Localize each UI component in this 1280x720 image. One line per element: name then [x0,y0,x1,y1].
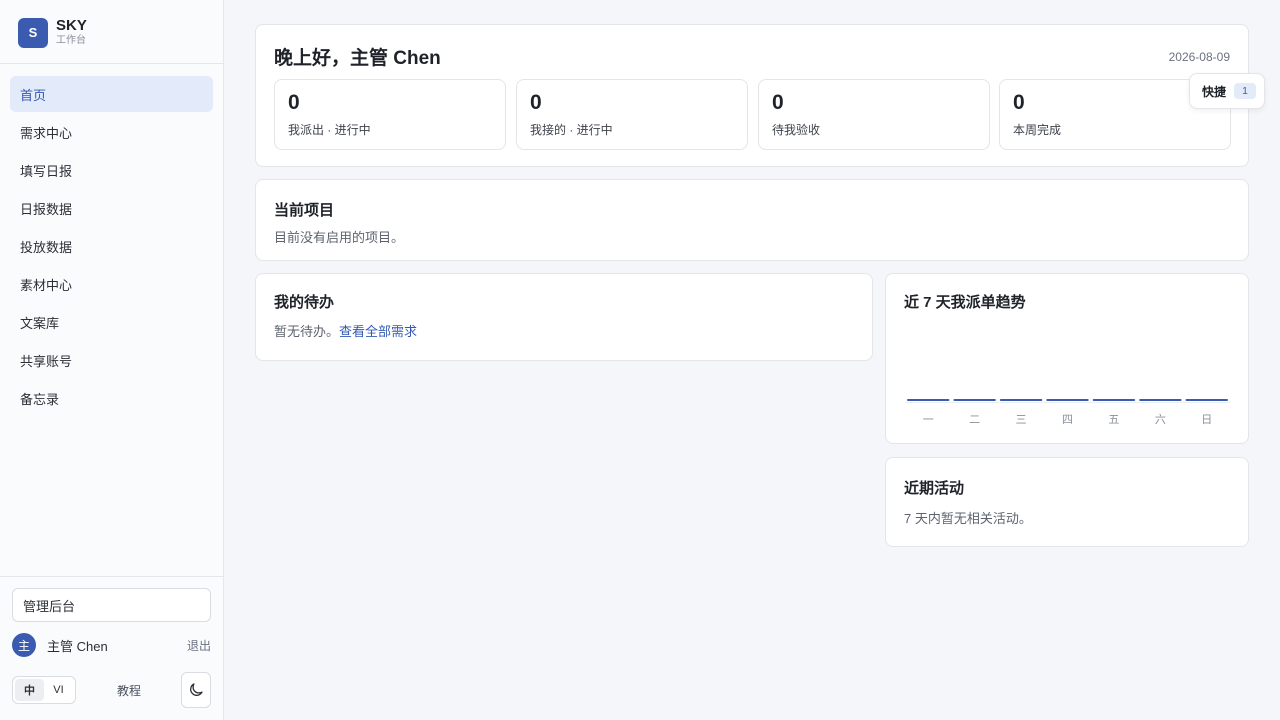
todo-card: 我的待办 暂无待办。查看全部需求 [255,273,873,361]
sidebar: S SKY 工作台 首页 需求中心 填写日报 日报数据 投放数据 素材中心 文案… [0,0,224,720]
overview-card: 晚上好，主管 Chen 2026-08-09 0 我派出 · 进行中 0 我接的… [255,24,1249,167]
empty-text: 暂无待办。 [274,324,340,339]
stat-card-received[interactable]: 0 我接的 · 进行中 [516,79,748,150]
empty-text: 7 天内暂无相关活动。 [904,511,1032,526]
view-all-requirements-link[interactable]: 查看全部需求 [339,324,417,339]
sidebar-item-requirements[interactable]: 需求中心 [10,114,213,150]
page-title: 晚上好，主管 Chen [274,48,441,69]
sidebar-item-home[interactable]: 首页 [10,76,213,112]
sidebar-item-copy-library[interactable]: 文案库 [10,304,213,340]
trend-chart: 一二三四五六日 [905,399,1230,426]
stat-card-to-verify[interactable]: 0 待我验收 [758,79,990,150]
logout-button[interactable]: 退出 [187,637,211,654]
brand-name: SKY [56,17,87,34]
sidebar-item-write-report[interactable]: 填写日报 [10,152,213,188]
chart-bar [1092,399,1136,401]
sidebar-item-shared-accounts[interactable]: 共享账号 [10,342,213,378]
lang-zh-option[interactable]: 中 [15,679,44,701]
empty-text: 目前没有启用的项目。 [274,230,405,245]
quick-count-badge: 1 [1234,83,1257,99]
brand[interactable]: S SKY 工作台 [18,17,87,48]
x-tick-label: 二 [969,413,980,426]
avatar: 主 [12,633,36,657]
x-tick-label: 三 [1016,413,1027,426]
dispatch-trend-card: 近 7 天我派单趋势 一二三四五六日 [885,273,1249,444]
stat-card-dispatched[interactable]: 0 我派出 · 进行中 [274,79,506,150]
stat-value: 0 [1013,91,1025,114]
section-title: 我的待办 [274,294,335,311]
stat-label: 我派出 · 进行中 [288,123,371,137]
sidebar-item-ad-data[interactable]: 投放数据 [10,228,213,264]
chart-bar [907,399,950,401]
todo-empty-row: 暂无待办。查看全部需求 [274,321,417,340]
x-tick-label: 六 [1155,413,1166,426]
stat-label: 待我验收 [772,123,821,137]
tutorial-link[interactable]: 教程 [117,682,141,699]
sidebar-item-materials[interactable]: 素材中心 [10,266,213,302]
section-title: 当前项目 [274,202,335,219]
sidebar-item-report-data[interactable]: 日报数据 [10,190,213,226]
x-tick-label: 一 [923,413,934,426]
admin-button[interactable]: 管理后台 [12,588,211,622]
chart-bar [953,399,996,401]
language-switch: 中 VI [12,676,76,704]
chart-bar [1185,399,1228,401]
brand-subtitle: 工作台 [56,35,86,46]
user-row: 主 主管 Chen 退出 [12,633,211,657]
lang-vi-option[interactable]: VI [44,679,73,701]
sidebar-item-memo[interactable]: 备忘录 [10,380,213,416]
stat-value: 0 [772,91,784,114]
x-tick-label: 五 [1108,413,1119,426]
theme-toggle-button[interactable] [181,672,211,708]
sidebar-nav: 首页 需求中心 填写日报 日报数据 投放数据 素材中心 文案库 共享账号 备忘录 [10,76,213,418]
recent-activity-card: 近期活动 7 天内暂无相关活动。 [885,457,1249,547]
chart-bar [1046,399,1089,401]
x-tick-label: 四 [1062,413,1073,426]
current-project-card: 当前项目 目前没有启用的项目。 [255,179,1249,261]
user-name: 主管 Chen [47,638,108,654]
moon-icon [190,683,203,696]
stat-label: 我接的 · 进行中 [530,123,613,137]
brand-logo: S [18,17,48,48]
stat-value: 0 [530,91,542,114]
chart-bar [1139,399,1182,401]
divider [0,63,223,64]
x-tick-label: 日 [1201,413,1212,426]
section-title: 近期活动 [904,480,965,497]
divider [0,576,223,577]
chart-bar [999,399,1043,401]
quick-label: 快捷 [1202,84,1227,99]
stat-value: 0 [288,91,300,114]
stat-label: 本周完成 [1013,123,1062,137]
current-date: 2026-08-09 [1168,50,1230,64]
quick-actions-button[interactable]: 快捷 1 [1189,73,1265,109]
